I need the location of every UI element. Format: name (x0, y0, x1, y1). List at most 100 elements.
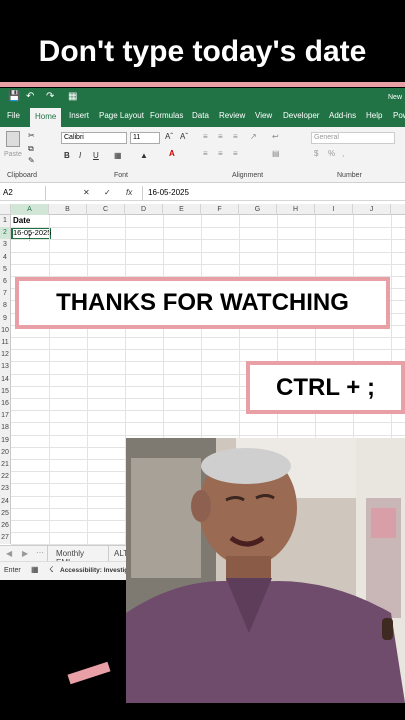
column-header-a[interactable]: A (11, 204, 49, 215)
grow-font-icon[interactable]: Aˆ (165, 132, 173, 141)
save-icon[interactable]: 💾 (8, 91, 20, 102)
font-name-select[interactable]: Calibri (61, 132, 127, 144)
row-header-17[interactable]: 17 (0, 410, 11, 423)
format-painter-icon[interactable]: ✎ (28, 156, 35, 165)
cell-a1[interactable]: Date (13, 216, 30, 225)
currency-icon[interactable]: $ (314, 149, 318, 158)
grid-icon[interactable]: ▦ (68, 91, 77, 102)
underline-button[interactable]: U (93, 151, 99, 160)
grid-row-line (11, 239, 405, 241)
sheet-tab-monthly-emi[interactable]: Monthly EMI (47, 546, 109, 567)
redo-icon[interactable]: ↷ (46, 91, 54, 102)
align-middle-icon[interactable]: ≡ (218, 132, 223, 141)
row-header-8[interactable]: 8 (0, 300, 11, 313)
row-header-16[interactable]: 16 (0, 398, 11, 411)
column-header-g[interactable]: G (239, 204, 277, 215)
row-header-15[interactable]: 15 (0, 385, 11, 398)
select-all-corner[interactable] (0, 204, 11, 215)
row-header-3[interactable]: 3 (0, 239, 11, 252)
enter-icon[interactable]: ✓ (104, 188, 111, 197)
row-header-7[interactable]: 7 (0, 288, 11, 301)
name-box-value: A2 (3, 188, 13, 197)
sheet-more-icon[interactable]: ⋯ (36, 548, 44, 557)
bold-button[interactable]: B (64, 151, 70, 160)
accessibility-status[interactable]: Accessibility: Investiga (60, 567, 132, 574)
sheet-scroll-left-icon[interactable]: ◀ (6, 549, 12, 558)
cancel-icon[interactable]: ✕ (83, 188, 90, 197)
tab-review[interactable]: Review (219, 111, 245, 120)
row-header-20[interactable]: 20 (0, 446, 11, 459)
formula-input[interactable]: 16-05-2025 (142, 186, 405, 200)
italic-button[interactable]: I (79, 151, 81, 160)
tab-formulas[interactable]: Formulas (150, 111, 183, 120)
wrap-text-icon[interactable]: ↩ (272, 132, 279, 141)
font-color-icon[interactable]: A (169, 149, 175, 158)
row-header-2[interactable]: 2 (0, 227, 11, 240)
mouse-cursor-icon: ↑ (27, 231, 33, 243)
macro-record-icon[interactable]: ▦ (31, 565, 39, 574)
row-header-24[interactable]: 24 (0, 495, 11, 508)
tab-file[interactable]: File (7, 111, 20, 120)
row-header-23[interactable]: 23 (0, 483, 11, 496)
fill-color-icon[interactable]: ▲ (140, 151, 148, 160)
name-box[interactable]: A2 (0, 186, 46, 200)
tab-developer[interactable]: Developer (283, 111, 319, 120)
tab-insert[interactable]: Insert (69, 111, 89, 120)
column-header-e[interactable]: E (163, 204, 201, 215)
tab-view[interactable]: View (255, 111, 272, 120)
orientation-icon[interactable]: ↗ (250, 132, 257, 141)
column-header-j[interactable]: J (353, 204, 391, 215)
tab-page-layout[interactable]: Page Layout (99, 111, 144, 120)
column-header-c[interactable]: C (87, 204, 125, 215)
row-header-21[interactable]: 21 (0, 459, 11, 472)
align-left-icon[interactable]: ≡ (203, 149, 208, 158)
row-header-5[interactable]: 5 (0, 263, 11, 276)
shrink-font-icon[interactable]: Aˇ (180, 132, 188, 141)
align-top-icon[interactable]: ≡ (203, 132, 208, 141)
row-header-6[interactable]: 6 (0, 276, 11, 289)
borders-icon[interactable]: ▦ (114, 151, 122, 160)
insert-function-icon[interactable]: fx (126, 188, 132, 197)
shortcut-banner: CTRL + ; (246, 361, 405, 414)
row-header-9[interactable]: 9 (0, 312, 11, 325)
align-right-icon[interactable]: ≡ (233, 149, 238, 158)
paste-icon[interactable] (6, 131, 20, 147)
merge-center-icon[interactable]: ▤ (272, 149, 280, 158)
tab-home[interactable]: Home (30, 108, 62, 127)
row-header-13[interactable]: 13 (0, 361, 11, 374)
comma-icon[interactable]: , (342, 149, 344, 158)
cut-icon[interactable]: ✂ (28, 131, 35, 140)
row-header-10[interactable]: 10 (0, 324, 11, 337)
row-header-18[interactable]: 18 (0, 422, 11, 435)
row-header-22[interactable]: 22 (0, 471, 11, 484)
column-header-i[interactable]: I (315, 204, 353, 215)
number-format-select[interactable]: General (311, 132, 395, 144)
font-size-select[interactable]: 11 (130, 132, 160, 144)
sheet-scroll-right-icon[interactable]: ▶ (22, 549, 28, 558)
undo-icon[interactable]: ↶ (26, 91, 34, 102)
paste-button[interactable]: Paste (4, 151, 22, 158)
column-header-f[interactable]: F (201, 204, 239, 215)
row-header-19[interactable]: 19 (0, 434, 11, 447)
column-header-d[interactable]: D (125, 204, 163, 215)
row-header-27[interactable]: 27 (0, 532, 11, 545)
row-header-11[interactable]: 11 (0, 337, 11, 350)
align-center-icon[interactable]: ≡ (218, 149, 223, 158)
tab-add-ins[interactable]: Add-ins (329, 111, 356, 120)
row-header-12[interactable]: 12 (0, 349, 11, 362)
row-header-25[interactable]: 25 (0, 507, 11, 520)
copy-icon[interactable]: ⧉ (28, 144, 34, 154)
row-header-26[interactable]: 26 (0, 520, 11, 533)
row-header-4[interactable]: 4 (0, 251, 11, 264)
tab-power[interactable]: Pow (393, 111, 405, 120)
align-bottom-icon[interactable]: ≡ (233, 132, 238, 141)
shortcut-text: CTRL + ; (276, 374, 375, 401)
column-header-h[interactable]: H (277, 204, 315, 215)
column-header-b[interactable]: B (49, 204, 87, 215)
tab-help[interactable]: Help (366, 111, 382, 120)
tab-data[interactable]: Data (192, 111, 209, 120)
percent-icon[interactable]: % (328, 149, 335, 158)
row-header-14[interactable]: 14 (0, 373, 11, 386)
accessibility-icon[interactable]: ☇ (49, 565, 54, 574)
row-header-1[interactable]: 1 (0, 215, 11, 228)
